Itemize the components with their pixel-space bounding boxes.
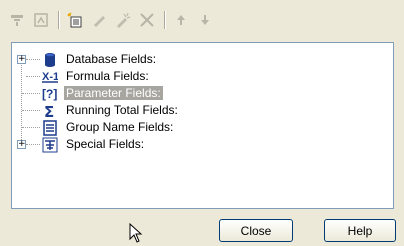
tree-item-group-name-fields[interactable]: Group Name Fields: <box>12 119 312 136</box>
rename-icon[interactable] <box>112 9 134 31</box>
svg-text:[?]: [?] <box>42 87 57 101</box>
tree-item-parameter-fields[interactable]: [?] Parameter Fields: <box>12 85 312 102</box>
parameter-icon: [?] <box>42 86 58 102</box>
tree-item-label: Formula Fields: <box>66 69 149 83</box>
expand-toggle[interactable]: + <box>17 140 26 149</box>
sigma-icon: Σ <box>42 103 58 119</box>
tree-item-label: Group Name Fields: <box>66 120 174 134</box>
tree-item-label: Parameter Fields: <box>64 86 163 100</box>
move-up-icon[interactable] <box>170 9 192 31</box>
special-icon <box>42 137 58 153</box>
expand-toggle[interactable]: + <box>17 55 26 64</box>
tree-item-special-fields[interactable]: + Special Fields: <box>12 136 312 153</box>
tree-item-label: Special Fields: <box>66 137 145 151</box>
toolbar-separator <box>58 11 60 29</box>
tree-item-running-total-fields[interactable]: Σ Running Total Fields: <box>12 102 312 119</box>
toolbar-separator <box>164 11 166 29</box>
close-button[interactable]: Close <box>219 219 293 242</box>
browse-icon[interactable] <box>6 9 28 31</box>
toolbar <box>6 8 306 32</box>
svg-text:Σ: Σ <box>44 103 54 119</box>
find-icon[interactable] <box>30 9 52 31</box>
svg-text:X-1: X-1 <box>42 71 58 83</box>
tree-item-label: Running Total Fields: <box>66 103 178 117</box>
tree-item-formula-fields[interactable]: X-1 Formula Fields: <box>12 68 312 85</box>
delete-icon[interactable] <box>136 9 158 31</box>
tree-item-database-fields[interactable]: + Database Fields: <box>12 51 312 68</box>
edit-icon[interactable] <box>88 9 110 31</box>
help-button[interactable]: Help <box>324 219 396 242</box>
formula-icon: X-1 <box>42 69 58 85</box>
move-down-icon[interactable] <box>194 9 216 31</box>
new-icon[interactable] <box>64 9 86 31</box>
mouse-cursor-icon <box>129 222 143 246</box>
field-explorer-tree[interactable]: + Database Fields: X-1 Formula Fields: [… <box>11 42 394 209</box>
database-icon <box>42 52 58 68</box>
tree-item-label: Database Fields: <box>66 52 157 66</box>
group-icon <box>42 119 58 136</box>
